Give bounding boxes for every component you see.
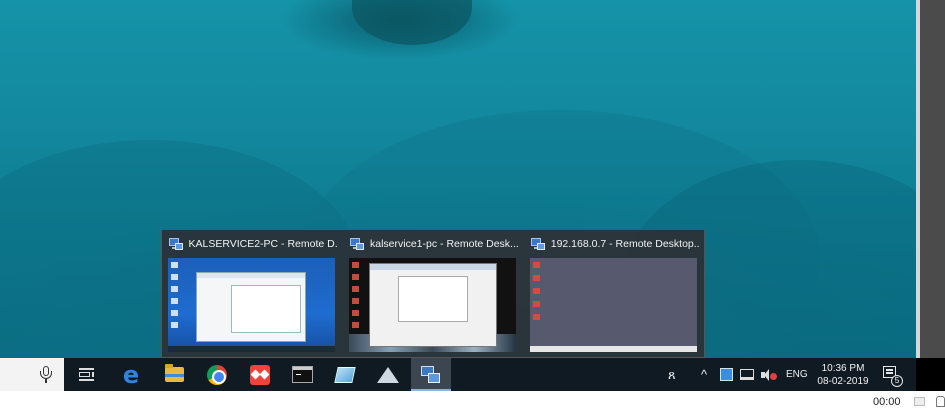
- thumbnail-title: kalservice1-pc - Remote Desk...: [370, 238, 519, 250]
- edge-icon: e: [122, 360, 140, 389]
- thumbnail-preview[interactable]: [168, 258, 335, 352]
- chevron-up-icon: ^: [701, 367, 708, 382]
- thumbnail-192-168-0-7[interactable]: 192.168.0.7 - Remote Desktop...: [524, 230, 706, 359]
- thumbnail-kalservice2[interactable]: KALSERVICE2-PC - Remote D...: [162, 230, 344, 359]
- pyramid-app-button[interactable]: [368, 358, 408, 391]
- volume-button[interactable]: [761, 358, 777, 391]
- tray-app-icon: [720, 368, 733, 381]
- taskbar-thumbnail-flyout: KALSERVICE2-PC - Remote D... kalservice1…: [161, 229, 705, 358]
- show-hidden-icons-button[interactable]: ^: [701, 358, 707, 391]
- tray-app-button[interactable]: [720, 358, 733, 391]
- microphone-icon[interactable]: [40, 366, 52, 383]
- notepad-icon: [334, 366, 356, 383]
- network-button[interactable]: [740, 358, 754, 391]
- command-prompt-button[interactable]: [282, 358, 322, 391]
- anydesk-button[interactable]: [240, 358, 280, 391]
- taskbar: e ጸ ^ ENG 10:36 PM 08-02-2019 5: [0, 358, 916, 391]
- window-edge: [916, 0, 945, 358]
- anydesk-icon: [250, 364, 270, 385]
- input-language-button[interactable]: ENG: [786, 358, 808, 391]
- search-box[interactable]: [0, 358, 64, 391]
- people-icon: ጸ: [668, 366, 676, 382]
- wallpaper-rock: [352, 0, 472, 45]
- file-explorer-button[interactable]: [154, 358, 194, 391]
- recorder-status-bar: 00:00: [0, 391, 945, 413]
- remote-desktop-icon: [530, 237, 545, 251]
- remote-desktop-icon: [421, 365, 441, 384]
- thumbnail-preview[interactable]: [530, 258, 697, 352]
- chrome-button[interactable]: [197, 358, 237, 391]
- task-view-icon: [78, 368, 94, 381]
- people-button[interactable]: ጸ: [668, 358, 676, 391]
- volume-muted-icon: [761, 368, 777, 381]
- cmd-icon: [291, 366, 313, 383]
- clock-time: 10:36 PM: [821, 363, 865, 374]
- elapsed-time: 00:00: [873, 396, 901, 408]
- clock-button[interactable]: 10:36 PM 08-02-2019: [812, 362, 874, 388]
- network-icon: [740, 369, 754, 380]
- notepad-button[interactable]: [325, 358, 365, 391]
- folder-icon: [164, 364, 184, 382]
- remote-desktop-icon: [168, 237, 183, 251]
- thumbnail-title: 192.168.0.7 - Remote Desktop...: [550, 238, 700, 250]
- clock-date: 08-02-2019: [817, 376, 869, 387]
- thumbnail-preview[interactable]: [349, 258, 516, 352]
- chrome-icon: [207, 364, 227, 385]
- remote-desktop-icon: [349, 237, 364, 251]
- task-view-button[interactable]: [66, 358, 106, 391]
- lock-icon[interactable]: [936, 396, 945, 407]
- message-icon[interactable]: [914, 397, 925, 406]
- language-label: ENG: [786, 369, 808, 380]
- remote-desktop-button[interactable]: [411, 358, 451, 391]
- thumbnail-title: KALSERVICE2-PC - Remote D...: [188, 238, 338, 250]
- edge-button[interactable]: e: [111, 358, 151, 391]
- notification-count-badge: 5: [891, 375, 903, 387]
- action-center-button[interactable]: 5: [881, 364, 903, 387]
- pyramid-icon: [377, 366, 399, 383]
- thumbnail-kalservice1[interactable]: kalservice1-pc - Remote Desk...: [343, 230, 525, 359]
